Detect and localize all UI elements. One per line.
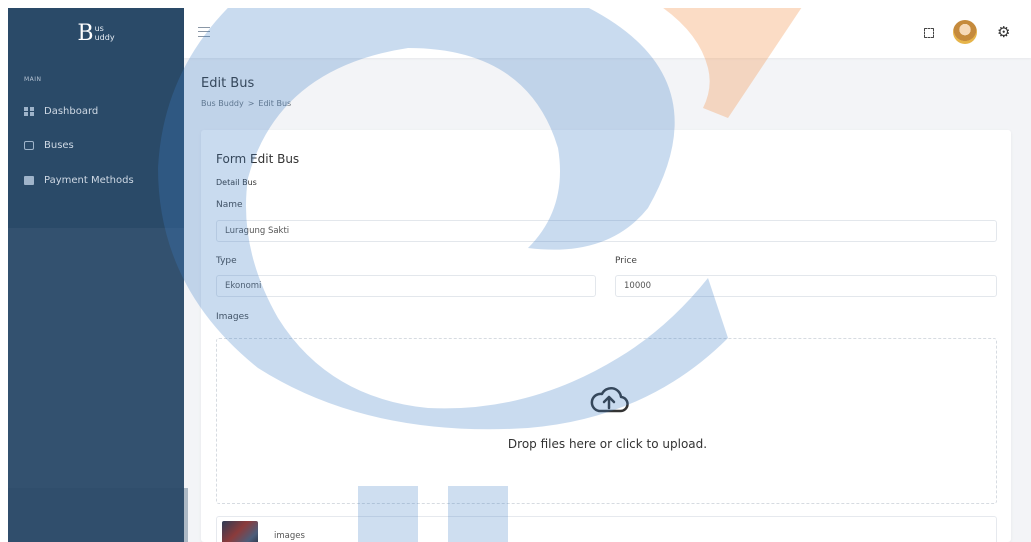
sidebar-item-payment-methods[interactable]: Payment Methods	[24, 175, 134, 186]
sidebar-item-label: Payment Methods	[44, 175, 134, 186]
top-header: ⚙	[184, 8, 1031, 58]
sidebar-item-label: Dashboard	[44, 106, 99, 117]
image-preview-item[interactable]: images	[216, 516, 997, 542]
cloud-upload-icon	[590, 387, 629, 413]
breadcrumb: Bus Buddy > Edit Bus	[201, 99, 291, 108]
image-dropzone[interactable]: Drop files here or click to upload.	[216, 338, 997, 504]
gear-icon[interactable]: ⚙	[997, 22, 1010, 42]
sidebar: B us uddy MAIN Dashboard Buses Payment M…	[8, 8, 184, 542]
price-field[interactable]: 10000	[615, 275, 997, 297]
sidebar-item-buses[interactable]: Buses	[24, 140, 74, 151]
name-label: Name	[216, 200, 243, 210]
fullscreen-icon[interactable]	[924, 28, 934, 38]
images-label: Images	[216, 312, 249, 322]
price-label: Price	[615, 256, 637, 266]
logo-text-top: us	[94, 24, 104, 33]
preview-file-name: images	[274, 531, 305, 541]
card-title: Form Edit Bus	[216, 152, 300, 166]
sidebar-item-label: Buses	[44, 140, 74, 151]
breadcrumb-root-link[interactable]: Bus Buddy	[201, 99, 244, 108]
logo-letter: B	[77, 20, 94, 46]
avatar[interactable]	[953, 20, 977, 44]
app-frame: B us uddy MAIN Dashboard Buses Payment M…	[8, 8, 1031, 542]
breadcrumb-separator: >	[247, 99, 255, 108]
type-label: Type	[216, 256, 237, 266]
menu-section-title: MAIN	[24, 76, 42, 83]
card-icon	[24, 176, 34, 185]
section-label: Detail Bus	[216, 178, 257, 187]
dropzone-text: Drop files here or click to upload.	[507, 437, 708, 451]
breadcrumb-current: Edit Bus	[258, 99, 292, 108]
image-thumbnail	[222, 521, 258, 542]
type-field[interactable]: Ekonomi	[216, 275, 596, 297]
form-card: Form Edit Bus Detail Bus Name Luragung S…	[201, 130, 1011, 542]
hamburger-icon[interactable]	[198, 27, 210, 37]
logo-text-bottom: uddy	[94, 33, 115, 42]
logo-text: us uddy	[95, 24, 115, 42]
page-title: Edit Bus	[201, 76, 255, 91]
brand-logo[interactable]: B us uddy	[8, 8, 184, 58]
sidebar-item-dashboard[interactable]: Dashboard	[24, 106, 98, 117]
name-field[interactable]: Luragung Sakti	[216, 220, 997, 242]
grid-icon	[24, 107, 34, 116]
bus-icon	[24, 141, 34, 150]
sidebar-lower-panel	[8, 228, 184, 542]
